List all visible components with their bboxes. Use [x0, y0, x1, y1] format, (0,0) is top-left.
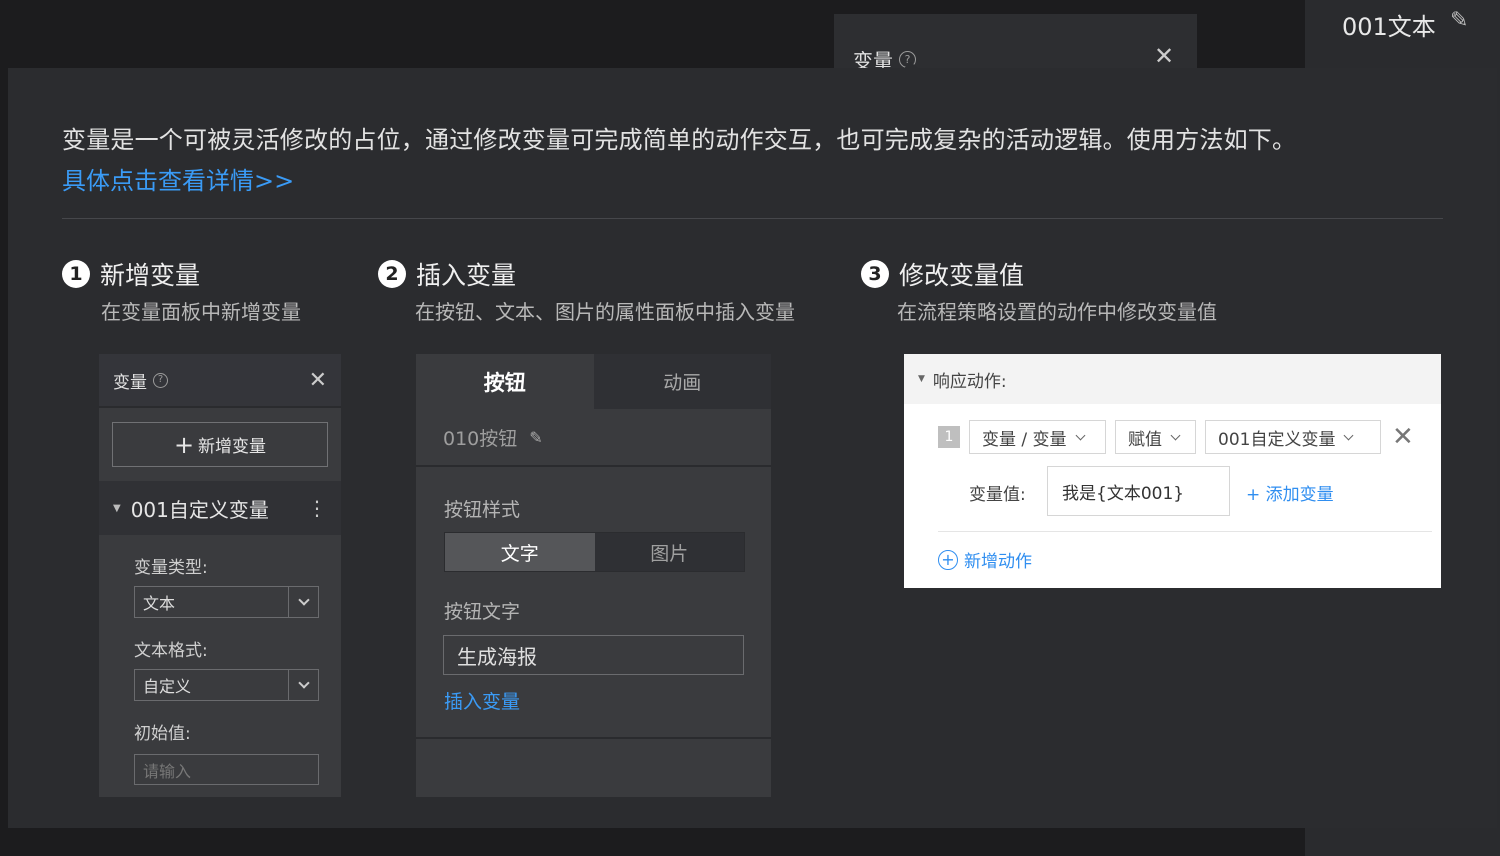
plus-icon: +: [173, 430, 195, 459]
chevron-down-icon: [1075, 430, 1085, 440]
button-style-toggle: 文字 图片: [444, 532, 745, 572]
action-type-value: 变量 / 变量: [982, 429, 1067, 450]
variable-type-value: 文本: [143, 594, 176, 613]
variable-type-select: 文本: [134, 586, 319, 618]
initial-value-input: 请输入: [134, 754, 319, 785]
tab-button: 按钮: [416, 354, 594, 409]
background-variable-panel: 变量 ? ✕: [834, 14, 1197, 74]
more-icon: ⋮: [307, 496, 327, 520]
delete-icon: ✕: [1392, 422, 1414, 452]
add-variable-link: + 添加变量: [1246, 485, 1334, 505]
text-format-label: 文本格式:: [134, 641, 208, 661]
action-index: 1: [938, 426, 960, 448]
step-title: 修改变量值: [899, 261, 1025, 290]
style-option-image: 图片: [650, 542, 689, 565]
variable-panel-title: 变量: [113, 372, 147, 393]
divider: [938, 531, 1432, 532]
new-action-link: + 新增动作: [938, 547, 1032, 572]
caret-down-icon: ▼: [113, 502, 121, 514]
variable-type-label: 变量类型:: [134, 558, 208, 578]
details-link[interactable]: 具体点击查看详情>>: [62, 161, 294, 196]
style-option-text: 文字: [445, 533, 595, 571]
step-description: 在流程策略设置的动作中修改变量值: [897, 300, 1217, 324]
pencil-icon: ✎: [529, 427, 543, 447]
element-name: 001文本: [1342, 13, 1436, 41]
add-variable-label: 新增变量: [198, 437, 267, 457]
variable-panel-header: 变量 ? ✕: [99, 354, 341, 406]
chevron-down-icon: [1344, 430, 1354, 440]
property-tabs: 按钮 动画: [416, 354, 771, 409]
text-format-value: 自定义: [143, 677, 192, 696]
action-row: 1 变量 / 变量 赋值 001自定义变量 ✕: [938, 420, 1414, 454]
variable-value-label: 变量值:: [969, 485, 1026, 505]
help-icon: ?: [153, 372, 168, 388]
divider: [99, 406, 341, 408]
close-icon: ✕: [308, 367, 327, 393]
tab-animation: 动画: [593, 354, 771, 409]
step-2: 2 插入变量: [378, 256, 516, 292]
target-variable-value: 001自定义变量: [1218, 429, 1336, 450]
target-variable-select: 001自定义变量: [1205, 420, 1381, 454]
variable-panel-illustration: 变量 ? ✕ + 新增变量 ▼ 001自定义变量 ⋮ 变量类型: 文本 文本格式…: [99, 354, 341, 797]
action-type-select: 变量 / 变量: [969, 420, 1106, 454]
new-action-label: 新增动作: [964, 552, 1032, 572]
step-description: 在变量面板中新增变量: [101, 300, 301, 324]
variable-value-input: 我是{文本001}: [1047, 466, 1230, 516]
variable-name: 001自定义变量: [130, 497, 269, 522]
button-text-label: 按钮文字: [444, 601, 521, 623]
element-name-row: 010按钮 ✎: [416, 409, 771, 467]
edit-icon[interactable]: ✎: [1450, 8, 1468, 33]
add-variable-button: + 新增变量: [112, 422, 328, 467]
variable-help-popover: 变量是一个可被灵活修改的占位，通过修改变量可完成简单的动作交互，也可完成复杂的活…: [8, 68, 1497, 828]
caret-down-icon: ▼: [918, 374, 925, 384]
step-1: 1 新增变量: [62, 256, 200, 292]
response-action-illustration: ▼ 响应动作: 1 变量 / 变量 赋值 001自定义变量 ✕ 变量值: 我是{…: [904, 354, 1441, 588]
button-text-input: 生成海报: [443, 635, 744, 675]
chevron-down-icon: [288, 587, 318, 617]
response-action-title: 响应动作:: [932, 371, 1007, 392]
variable-item: ▼ 001自定义变量 ⋮: [99, 481, 341, 535]
element-name: 010按钮: [443, 427, 518, 450]
text-format-select: 自定义: [134, 669, 319, 701]
step-title: 新增变量: [100, 261, 201, 290]
chevron-down-icon: [1170, 430, 1181, 440]
button-style-label: 按钮样式: [444, 499, 521, 521]
divider: [62, 218, 1443, 219]
button-properties-illustration: 按钮 动画 010按钮 ✎ 按钮样式 文字 图片 按钮文字 生成海报 插入变量: [416, 354, 771, 797]
add-circle-icon: +: [938, 549, 958, 570]
response-action-header: ▼ 响应动作:: [904, 354, 1441, 404]
operation-select: 赋值: [1115, 420, 1196, 454]
step-number: 3: [861, 260, 889, 288]
step-title: 插入变量: [416, 261, 517, 290]
divider: [416, 737, 771, 739]
chevron-down-icon: [288, 670, 318, 700]
insert-variable-link: 插入变量: [444, 691, 521, 713]
step-3: 3 修改变量值: [861, 256, 1024, 292]
step-number: 2: [378, 260, 406, 288]
intro-text: 变量是一个可被灵活修改的占位，通过修改变量可完成简单的动作交互，也可完成复杂的活…: [62, 126, 1297, 154]
operation-value: 赋值: [1128, 429, 1162, 450]
step-description: 在按钮、文本、图片的属性面板中插入变量: [415, 300, 795, 324]
add-variable-label: 添加变量: [1265, 485, 1334, 505]
step-number: 1: [62, 260, 90, 288]
initial-value-label: 初始值:: [134, 724, 191, 744]
close-icon[interactable]: ✕: [1154, 44, 1174, 68]
